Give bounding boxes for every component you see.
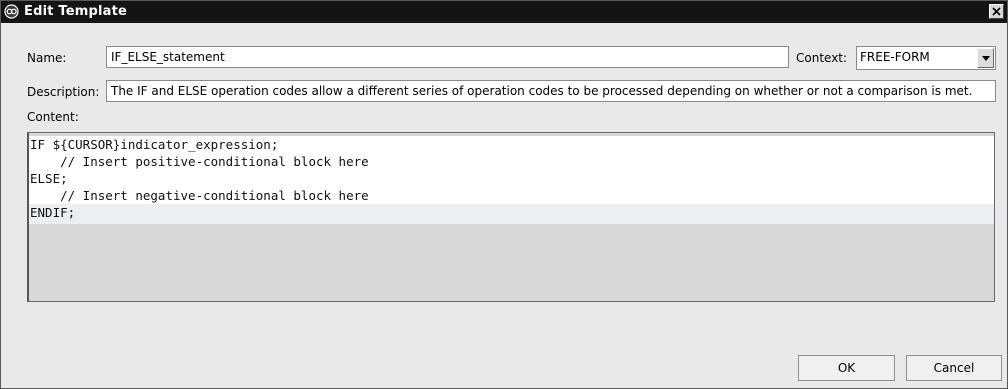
window-title: Edit Template bbox=[24, 4, 128, 19]
title-bar[interactable]: Edit Template bbox=[1, 1, 1007, 23]
cancel-button[interactable]: Cancel bbox=[906, 355, 1002, 381]
context-select[interactable]: FREE-FORM bbox=[856, 46, 996, 70]
content-editor[interactable]: IF ${CURSOR}indicator_expression; // Ins… bbox=[27, 132, 995, 302]
context-dropdown-button[interactable] bbox=[977, 48, 994, 68]
close-icon bbox=[992, 7, 1001, 16]
content-label: Content: bbox=[27, 110, 79, 124]
template-icon bbox=[4, 4, 19, 19]
code-line: ELSE; bbox=[29, 170, 994, 187]
chevron-down-icon bbox=[982, 56, 990, 61]
description-input[interactable]: The IF and ELSE operation codes allow a … bbox=[106, 80, 996, 102]
code-line: // Insert positive-conditional block her… bbox=[29, 153, 994, 170]
edit-template-dialog: Edit Template Name: IF_ELSE_statement Co… bbox=[0, 0, 1008, 389]
context-value: FREE-FORM bbox=[860, 50, 930, 64]
context-label: Context: bbox=[796, 51, 848, 65]
code-line: // Insert negative-conditional block her… bbox=[29, 187, 994, 204]
code-line: IF ${CURSOR}indicator_expression; bbox=[29, 136, 994, 153]
code-line-current: ENDIF; bbox=[29, 204, 994, 224]
ok-button[interactable]: OK bbox=[798, 355, 895, 381]
name-input[interactable]: IF_ELSE_statement bbox=[106, 46, 789, 68]
name-label: Name: bbox=[27, 51, 67, 65]
description-label: Description: bbox=[27, 85, 100, 99]
close-button[interactable] bbox=[989, 4, 1004, 19]
